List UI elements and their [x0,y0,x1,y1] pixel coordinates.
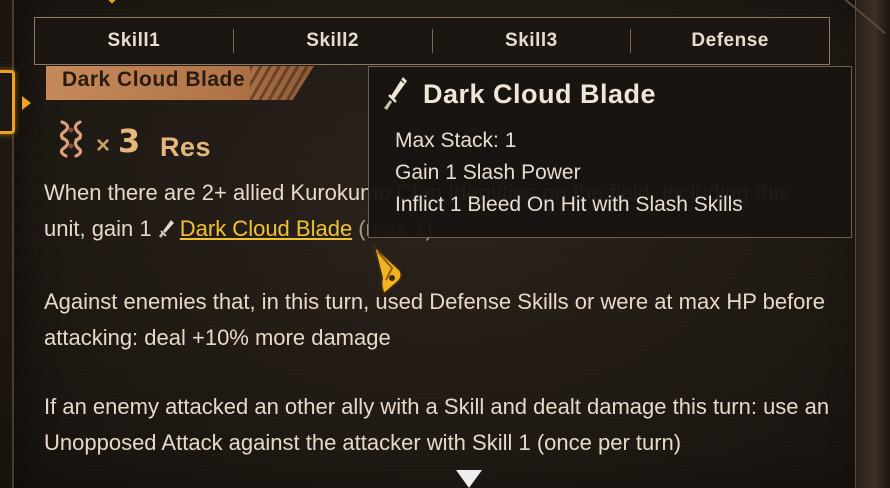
tooltip-line: Max Stack: 1 [395,129,517,152]
skill-tab-bar: Skill1 Skill2 Skill3 Defense [34,17,830,65]
selection-bracket [0,70,15,134]
tab-skill1[interactable]: Skill1 [35,18,233,64]
passive-description-p2: Against enemies that, in this turn, used… [44,284,844,356]
res-sin-icon [59,120,83,158]
passive-name-banner: Dark Cloud Blade [46,66,314,100]
keyword-link-dark-cloud-blade[interactable]: Dark Cloud Blade [180,216,352,241]
tooltip-line: Gain 1 Slash Power [395,161,581,184]
condition-affinity-label: Res [160,132,212,162]
keyword-tooltip: Dark Cloud Blade Max Stack: 1 Gain 1 Sla… [368,66,852,238]
tab-skill2[interactable]: Skill2 [234,18,432,64]
tooltip-line: Inflict 1 Bleed On Hit with Slash Skills [395,193,743,216]
description-text: Against enemies that, in this turn, used… [44,289,825,350]
description-text: If an enemy attacked an other ally with … [44,394,830,455]
passive-name: Dark Cloud Blade [62,68,246,91]
tab-defense[interactable]: Defense [631,18,829,64]
tooltip-title: Dark Cloud Blade [423,79,657,109]
condition-count: 3 [118,122,141,160]
passive-description-p3: If an enemy attacked an other ally with … [44,389,844,461]
panel-right-bevel [855,0,890,488]
selection-arrow-icon [22,96,31,110]
condition-multiplier-sign: × [96,132,111,159]
tab-skill3[interactable]: Skill3 [433,18,631,64]
scroll-down-icon[interactable] [456,470,482,488]
skill-detail-screen: Skill1 Skill2 Skill3 Defense Dark Cloud … [0,0,890,488]
pointer-cursor-icon [372,242,403,296]
blade-icon [158,220,174,238]
blade-icon [384,77,407,110]
